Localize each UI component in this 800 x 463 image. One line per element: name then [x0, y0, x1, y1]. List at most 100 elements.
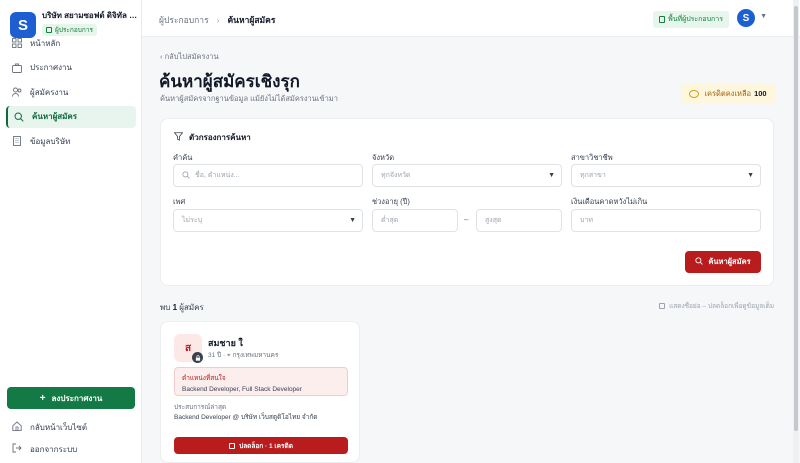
sidebar-item-applicants[interactable]: ผู้สมัครงาน [6, 81, 136, 103]
grid-icon [12, 38, 22, 48]
age-max-input[interactable]: สูงสุด [476, 209, 562, 232]
age-separator: – [464, 215, 469, 224]
breadcrumb-parent[interactable]: ผู้ประกอบการ [159, 13, 209, 27]
chevron-down-icon: ▼ [548, 172, 555, 179]
field-of-study-value: ทุกสาขา [580, 172, 606, 179]
province-value: ทุกจังหวัด [381, 172, 411, 179]
credit-value: 100 [754, 89, 767, 98]
chevron-down-icon: ▼ [349, 217, 356, 224]
unlock-candidate-button[interactable]: ปลดล็อก · 1 เครดิต [174, 437, 348, 454]
keyword-placeholder: ชื่อ, ตำแหน่ง... [195, 172, 240, 179]
users-icon [12, 87, 22, 97]
gender-value: ไม่ระบุ [182, 217, 203, 224]
post-job-label: ลงประกาศงาน [51, 393, 103, 403]
sidebar-nav: หน้าหลัก ประกาศงาน ผู้สมัครงาน ค้นหาผู้ส… [6, 32, 136, 155]
field-of-study-label: สาขาวิชาชีพ [571, 153, 613, 162]
search-icon [182, 170, 190, 181]
province-select[interactable]: ทุกจังหวัด ▼ [372, 164, 562, 187]
logout-label: ออกจากระบบ [30, 444, 78, 454]
experience-value: Backend Developer @ บริษัท เว็บสตูดิโอไท… [174, 414, 318, 421]
keyword-label: คำค้น [173, 153, 193, 162]
experience-label: ประสบการณ์ล่าสุด [174, 404, 227, 411]
breadcrumb: ผู้ประกอบการ › ค้นหาผู้สมัคร [159, 13, 275, 27]
candidate-meta: 31 ปี · ⌖ กรุงเทพมหานคร [208, 352, 279, 359]
location-pin-icon: ⌖ [226, 352, 231, 359]
workspace-badge: พื้นที่ผู้ประกอบการ [653, 11, 729, 28]
topbar: ผู้ประกอบการ › ค้นหาผู้สมัคร พื้นที่ผู้ป… [142, 0, 800, 37]
coins-icon [689, 89, 700, 98]
lock-icon [229, 442, 236, 449]
logout-icon [12, 443, 22, 455]
salary-label: เงินเดือนคาดหวังไม่เกิน [571, 197, 648, 206]
age-min-input[interactable]: ต่ำสุด [372, 209, 458, 232]
lock-icon [192, 352, 203, 363]
sidebar-item-label: ค้นหาผู้สมัคร [32, 112, 78, 121]
candidate-age: 31 ปี [208, 352, 222, 359]
breadcrumb-current: ค้นหาผู้สมัคร [227, 15, 276, 25]
salary-input[interactable]: บาท [571, 209, 761, 232]
credit-label: เครดิตคงเหลือ [704, 88, 752, 98]
gender-label: เพศ [173, 197, 186, 206]
candidate-card[interactable]: ส สมชาย ใ 31 ปี · ⌖ กรุงเทพมหานคร ตำแหน่… [160, 321, 360, 463]
gender-select[interactable]: ไม่ระบุ ▼ [173, 209, 363, 232]
credit-balance: เครดิตคงเหลือ 100 [681, 83, 775, 104]
scrollbar-thumb[interactable] [794, 6, 798, 431]
unlock-hint-text: แสดงชื่อย่อ – ปลดล็อกเพื่อดูข้อมูลเต็ม [669, 303, 774, 310]
sidebar: S บริษัท สยามซอฟต์ ดิจิทัล จำกัด ผู้ประก… [0, 0, 142, 463]
filter-heading-label: ตัวกรองการค้นหา [189, 133, 251, 142]
age-label: ช่วงอายุ (ปี) [372, 197, 410, 206]
desired-positions-label: ตำแหน่งที่สนใจ [182, 375, 226, 382]
breadcrumb-separator: › [216, 15, 220, 25]
sidebar-item-home[interactable]: หน้าหลัก [6, 32, 136, 54]
building-icon [659, 16, 666, 23]
keyword-input[interactable]: ชื่อ, ตำแหน่ง... [173, 164, 363, 187]
back-to-website-link[interactable]: กลับหน้าเว็บไซต์ [12, 418, 87, 436]
post-job-button[interactable]: + ลงประกาศงาน [7, 387, 135, 409]
logout-link[interactable]: ออกจากระบบ [12, 440, 87, 458]
age-min-placeholder: ต่ำสุด [381, 217, 399, 224]
home-icon [12, 421, 22, 433]
user-avatar[interactable]: S [737, 9, 755, 27]
filter-icon [173, 132, 184, 143]
candidate-location: กรุงเทพมหานคร [232, 352, 279, 359]
candidate-name: สมชาย ใ [208, 338, 243, 348]
sidebar-footer: กลับหน้าเว็บไซต์ ออกจากระบบ [12, 418, 87, 462]
page-title: ค้นหาผู้สมัครเชิงรุก [159, 72, 300, 91]
brand-name: บริษัท สยามซอฟต์ ดิจิทัล จำกัด [42, 11, 142, 20]
sidebar-item-label: ผู้สมัครงาน [30, 87, 69, 97]
results-prefix: พบ [160, 303, 171, 312]
search-icon [695, 257, 704, 267]
sidebar-item-label: หน้าหลัก [30, 38, 61, 48]
page-subtitle: ค้นหาผู้สมัครจากฐานข้อมูล แม้ยังไม่ได้สม… [160, 94, 338, 103]
results-number: 1 [172, 303, 178, 312]
sidebar-item-jobs[interactable]: ประกาศงาน [6, 57, 136, 79]
chevron-down-icon[interactable]: ▼ [760, 13, 767, 20]
age-max-placeholder: สูงสุด [485, 217, 502, 224]
filter-card: ตัวกรองการค้นหา [160, 118, 774, 286]
desired-positions-value: Backend Developer, Full Stack Developer [182, 386, 302, 393]
search-candidates-button[interactable]: ค้นหาผู้สมัคร [685, 251, 761, 273]
sidebar-item-search-candidates[interactable]: ค้นหาผู้สมัคร [6, 105, 136, 128]
sidebar-item-label: ข้อมูลบริษัท [30, 136, 71, 146]
lock-icon [659, 303, 666, 309]
plus-icon: + [39, 392, 46, 404]
back-to-website-label: กลับหน้าเว็บไซต์ [30, 422, 88, 432]
sidebar-item-label: ประกาศงาน [30, 63, 72, 72]
province-label: จังหวัด [372, 153, 395, 162]
filter-heading: ตัวกรองการค้นหา [173, 131, 251, 144]
workspace-label: พื้นที่ผู้ประกอบการ [668, 16, 723, 23]
results-suffix: ผู้สมัคร [179, 303, 204, 312]
back-link[interactable]: ‹ กลับไปสมัครงาน [160, 51, 219, 63]
back-link-label: กลับไปสมัครงาน [164, 52, 219, 61]
chevron-left-icon: ‹ [160, 52, 163, 61]
building-icon [12, 136, 22, 146]
search-button-label: ค้นหาผู้สมัคร [708, 257, 751, 266]
unlock-hint: แสดงชื่อย่อ – ปลดล็อกเพื่อดูข้อมูลเต็ม [659, 301, 774, 311]
chevron-down-icon: ▼ [747, 172, 754, 179]
sidebar-item-company[interactable]: ข้อมูลบริษัท [6, 130, 136, 152]
field-of-study-select[interactable]: ทุกสาขา ▼ [571, 164, 761, 187]
unlock-button-label: ปลดล็อก · 1 เครดิต [239, 442, 293, 450]
page-scrollbar[interactable] [793, 0, 799, 463]
results-count: พบ 1 ผู้สมัคร [160, 301, 204, 314]
briefcase-icon [12, 63, 22, 73]
